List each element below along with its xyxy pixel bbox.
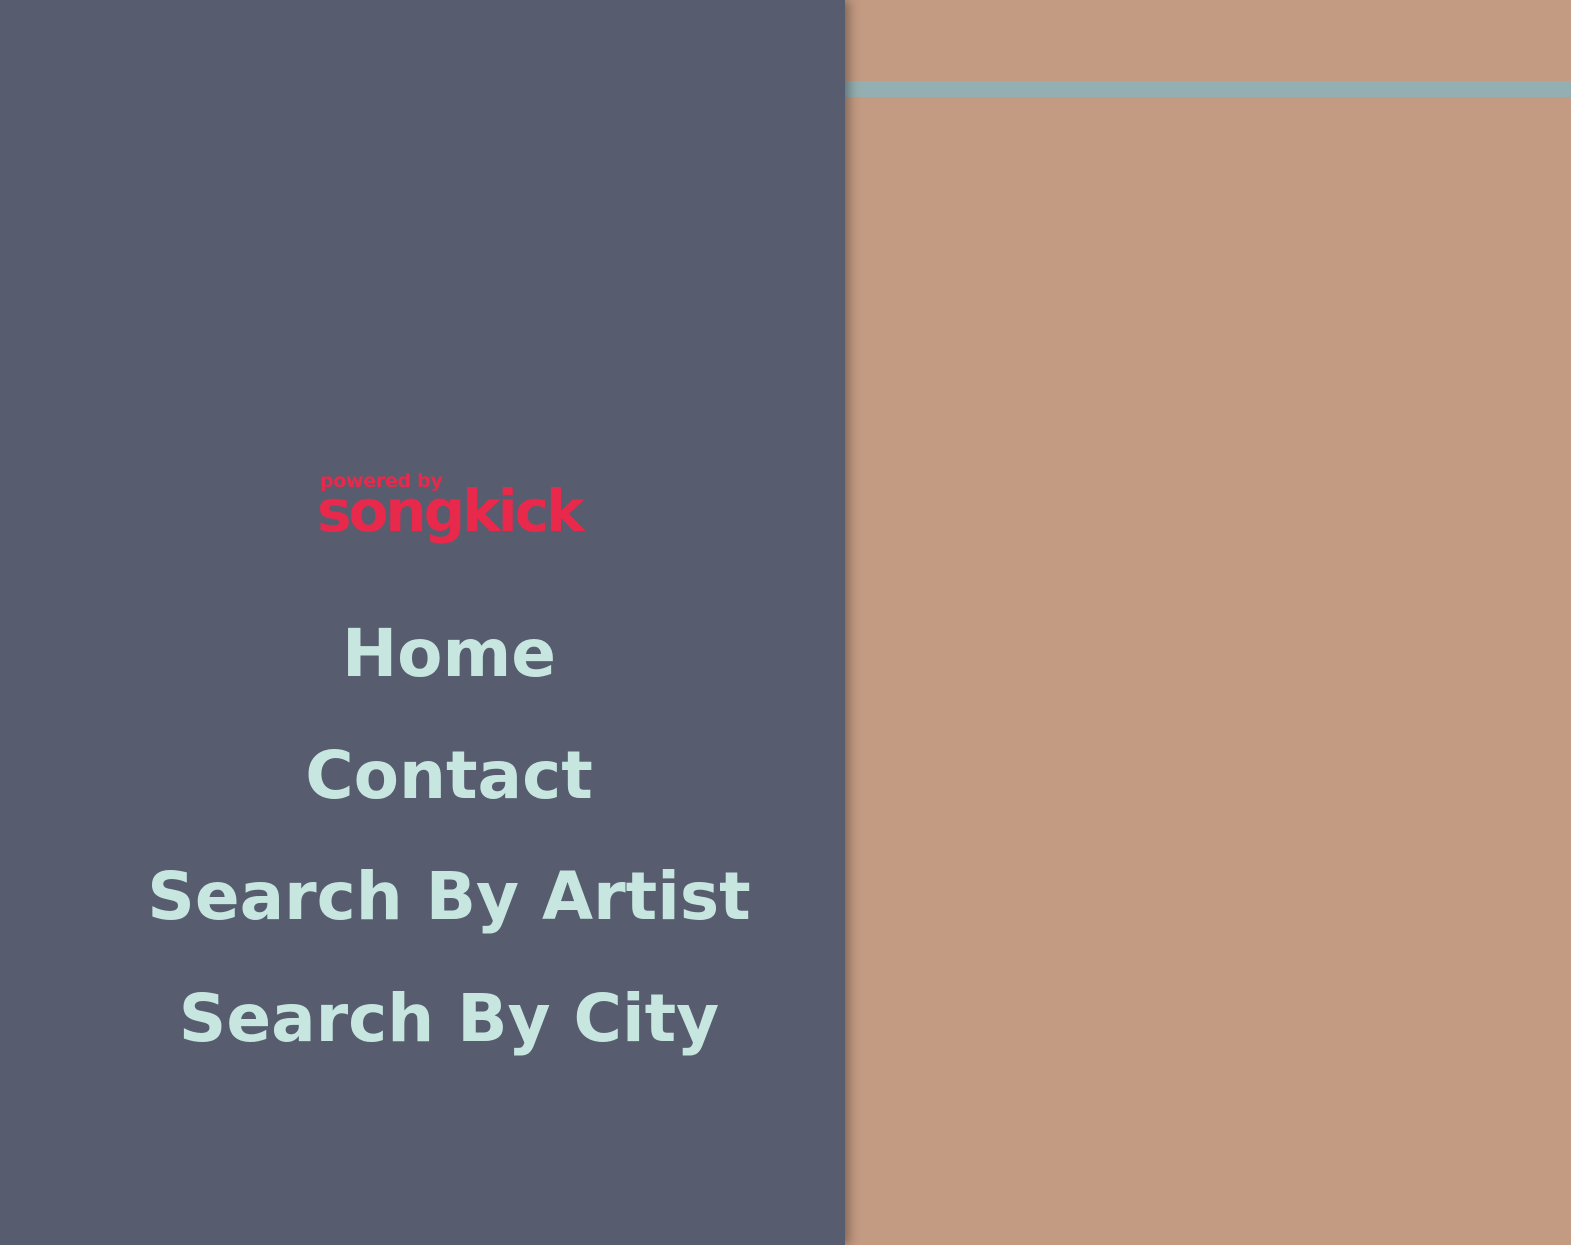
nav-item-home[interactable]: Home — [0, 614, 898, 694]
sidebar-menu: powered by songkick Home Contact Search … — [0, 0, 845, 1245]
nav-item-search-by-city[interactable]: Search By City — [0, 979, 898, 1059]
page: powered by songkick Home Contact Search … — [0, 0, 1571, 1245]
songkick-logo[interactable]: powered by songkick — [317, 470, 585, 560]
main-content — [845, 0, 1571, 1245]
header-stripe — [845, 81, 1571, 97]
nav-item-contact[interactable]: Contact — [0, 736, 898, 816]
nav-item-search-by-artist[interactable]: Search By Artist — [0, 857, 898, 937]
songkick-brand-text: songkick — [317, 477, 585, 545]
